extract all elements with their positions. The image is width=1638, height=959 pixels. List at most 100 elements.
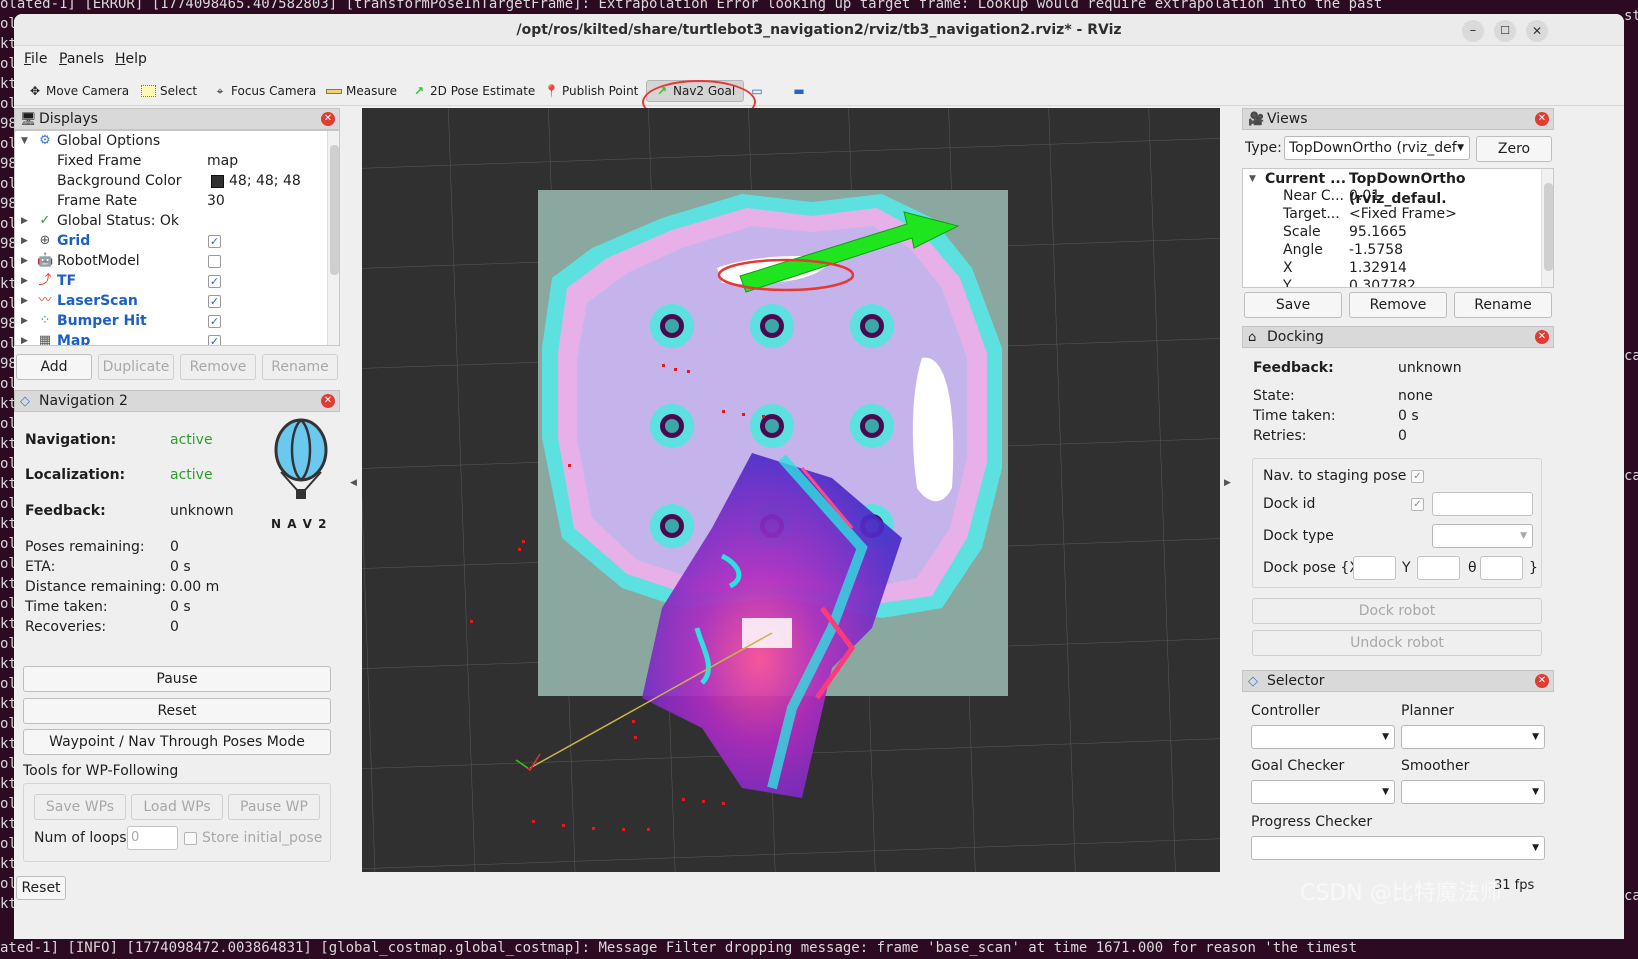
display-item-checkbox[interactable]: ✓ [208,295,221,308]
view-property-row[interactable]: Near C... 0.01 [1243,187,1553,205]
close-button[interactable]: ✕ [1526,20,1548,42]
zero-button[interactable]: Zero [1476,136,1552,162]
display-item[interactable]: ▶ 〰 LaserScan ✓ [15,291,339,311]
waypoint-mode-button[interactable]: Waypoint / Nav Through Poses Mode [23,729,331,755]
selector-close-icon[interactable]: ✕ [1535,674,1549,688]
display-item-checkbox[interactable]: ✓ [208,275,221,288]
expand-arrow-icon[interactable]: ▶ [21,271,28,291]
display-item-checkbox[interactable]: ✓ [208,335,221,345]
goal-checker-select[interactable]: ▼ [1251,780,1395,804]
displays-close-icon[interactable]: ✕ [321,112,335,126]
right-splitter-arrow-icon[interactable]: ▶ [1224,478,1231,488]
display-item-checkbox[interactable]: ✓ [208,315,221,328]
expand-arrow-icon[interactable]: ▶ [21,311,28,331]
dock-pose-y-input[interactable] [1417,556,1460,580]
maximize-button[interactable]: ☐ [1494,20,1516,42]
dock-state-value: none [1398,388,1433,404]
view-type-select[interactable]: TopDownOrtho (rviz_def ▼ [1284,136,1470,160]
num-loops-label: Num of loops [34,830,127,846]
view-current-row[interactable]: ▼ Current ... TopDownOrtho (rviz_defaul. [1243,169,1553,207]
view-property-row[interactable]: Angle -1.5758 [1243,241,1553,259]
view-property-row[interactable]: Target... <Fixed Frame> [1243,205,1553,223]
select-icon [141,85,156,97]
displays-scrollbar[interactable] [327,131,339,345]
tool-2d-pose-estimate[interactable]: ↗ 2D Pose Estimate [412,80,535,102]
minimize-button[interactable]: – [1462,20,1484,42]
view-property-row[interactable]: Y 0.307782 [1243,277,1553,287]
dock-pose-theta-input[interactable] [1480,556,1523,580]
rename-display-button[interactable]: Rename [262,354,338,380]
dock-robot-button[interactable]: Dock robot [1252,598,1542,624]
docking-close-icon[interactable]: ✕ [1535,330,1549,344]
expand-arrow-icon[interactable]: ▶ [21,231,28,251]
display-item[interactable]: ▶ ⊕ Grid ✓ [15,231,339,251]
view-property-row[interactable]: X 1.32914 [1243,259,1553,277]
tool-focus-camera[interactable]: ⌖ Focus Camera [213,80,317,102]
menu-file[interactable]: File [24,51,47,67]
views-scrollbar[interactable] [1541,169,1553,287]
tree-row-frame-rate[interactable]: Frame Rate 30 [15,191,339,211]
dock-id-input[interactable] [1432,492,1533,516]
chevron-down-icon: ▼ [1520,531,1527,541]
expand-arrow-icon[interactable]: ▶ [21,211,28,231]
displays-scroll-thumb[interactable] [330,145,339,275]
views-scroll-thumb[interactable] [1544,183,1553,271]
tree-row-global-options[interactable]: ▼ ⚙ Global Options [15,131,339,151]
add-display-button[interactable]: Add [16,354,92,380]
tool-add-dropdown[interactable]: ▬ [792,80,806,102]
window-titlebar[interactable]: /opt/ros/kilted/share/turtlebot3_navigat… [14,14,1624,46]
display-item[interactable]: ▶ ⤴ TF ✓ [15,271,339,291]
nav2-close-icon[interactable]: ✕ [321,394,335,408]
display-item[interactable]: ▶ ▦ Map ✓ [15,331,339,345]
dock-type-select[interactable]: ▼ [1432,524,1533,548]
view-remove-button[interactable]: Remove [1349,292,1447,318]
tool-measure[interactable]: Measure [326,80,397,102]
undock-robot-button[interactable]: Undock robot [1252,630,1542,656]
display-item[interactable]: ▶ ⁘ Bumper Hit ✓ [15,311,339,331]
tf-icon: ⤴ [38,273,52,288]
nav-reset-button[interactable]: Reset [23,698,331,724]
save-wps-button[interactable]: Save WPs [34,794,126,820]
pause-button[interactable]: Pause [23,666,331,692]
controller-select[interactable]: ▼ [1251,725,1395,749]
dock-pose-x-input[interactable] [1353,556,1396,580]
dock-pose-y-label: Y [1402,560,1411,576]
dock-id-checkbox[interactable]: ✓ [1411,498,1424,511]
load-wps-button[interactable]: Load WPs [131,794,223,820]
display-item-checkbox[interactable] [208,255,221,268]
terminal-fragment: 98 [0,316,14,332]
tool-move-camera[interactable]: ✥ Move Camera [28,80,129,102]
status-reset-button[interactable]: Reset [16,876,66,900]
progress-checker-select[interactable]: ▼ [1251,836,1545,860]
view-save-button[interactable]: Save [1244,292,1342,318]
left-splitter-arrow-icon[interactable]: ◀ [350,478,357,488]
tree-row-fixed-frame[interactable]: Fixed Frame map [15,151,339,171]
menu-help[interactable]: Help [115,51,147,67]
store-initial-checkbox[interactable] [184,832,197,845]
render-viewport[interactable] [362,108,1220,872]
tool-select[interactable]: Select [141,80,197,102]
nav-staging-checkbox[interactable]: ✓ [1411,470,1424,483]
view-rename-button[interactable]: Rename [1454,292,1552,318]
planner-select[interactable]: ▼ [1401,725,1545,749]
display-item[interactable]: ▶ 🤖 RobotModel [15,251,339,271]
display-item-checkbox[interactable]: ✓ [208,235,221,248]
remove-display-button[interactable]: Remove [180,354,256,380]
color-swatch[interactable] [211,175,224,188]
expand-arrow-icon[interactable]: ▶ [21,291,28,311]
tool-publish-point[interactable]: 📍 Publish Point [544,80,638,102]
pause-wp-button[interactable]: Pause WP [228,794,320,820]
smoother-select[interactable]: ▼ [1401,780,1545,804]
displays-tree: ▼ ⚙ Global Options Fixed Frame map Backg… [14,130,340,346]
expand-arrow-icon[interactable]: ▶ [21,251,28,271]
views-close-icon[interactable]: ✕ [1535,112,1549,126]
tree-row-background-color[interactable]: Background Color 48; 48; 48 [15,171,339,191]
expand-arrow-icon[interactable]: ▶ [21,331,28,345]
tree-row-global-status[interactable]: ▶ ✓ Global Status: Ok [15,211,339,231]
num-loops-input[interactable]: 0 [127,826,178,850]
menu-panels[interactable]: Panels [59,51,104,67]
duplicate-display-button[interactable]: Duplicate [98,354,174,380]
collapse-arrow-icon[interactable]: ▼ [1249,169,1256,189]
collapse-arrow-icon[interactable]: ▼ [21,131,28,151]
view-property-row[interactable]: Scale 95.1665 [1243,223,1553,241]
